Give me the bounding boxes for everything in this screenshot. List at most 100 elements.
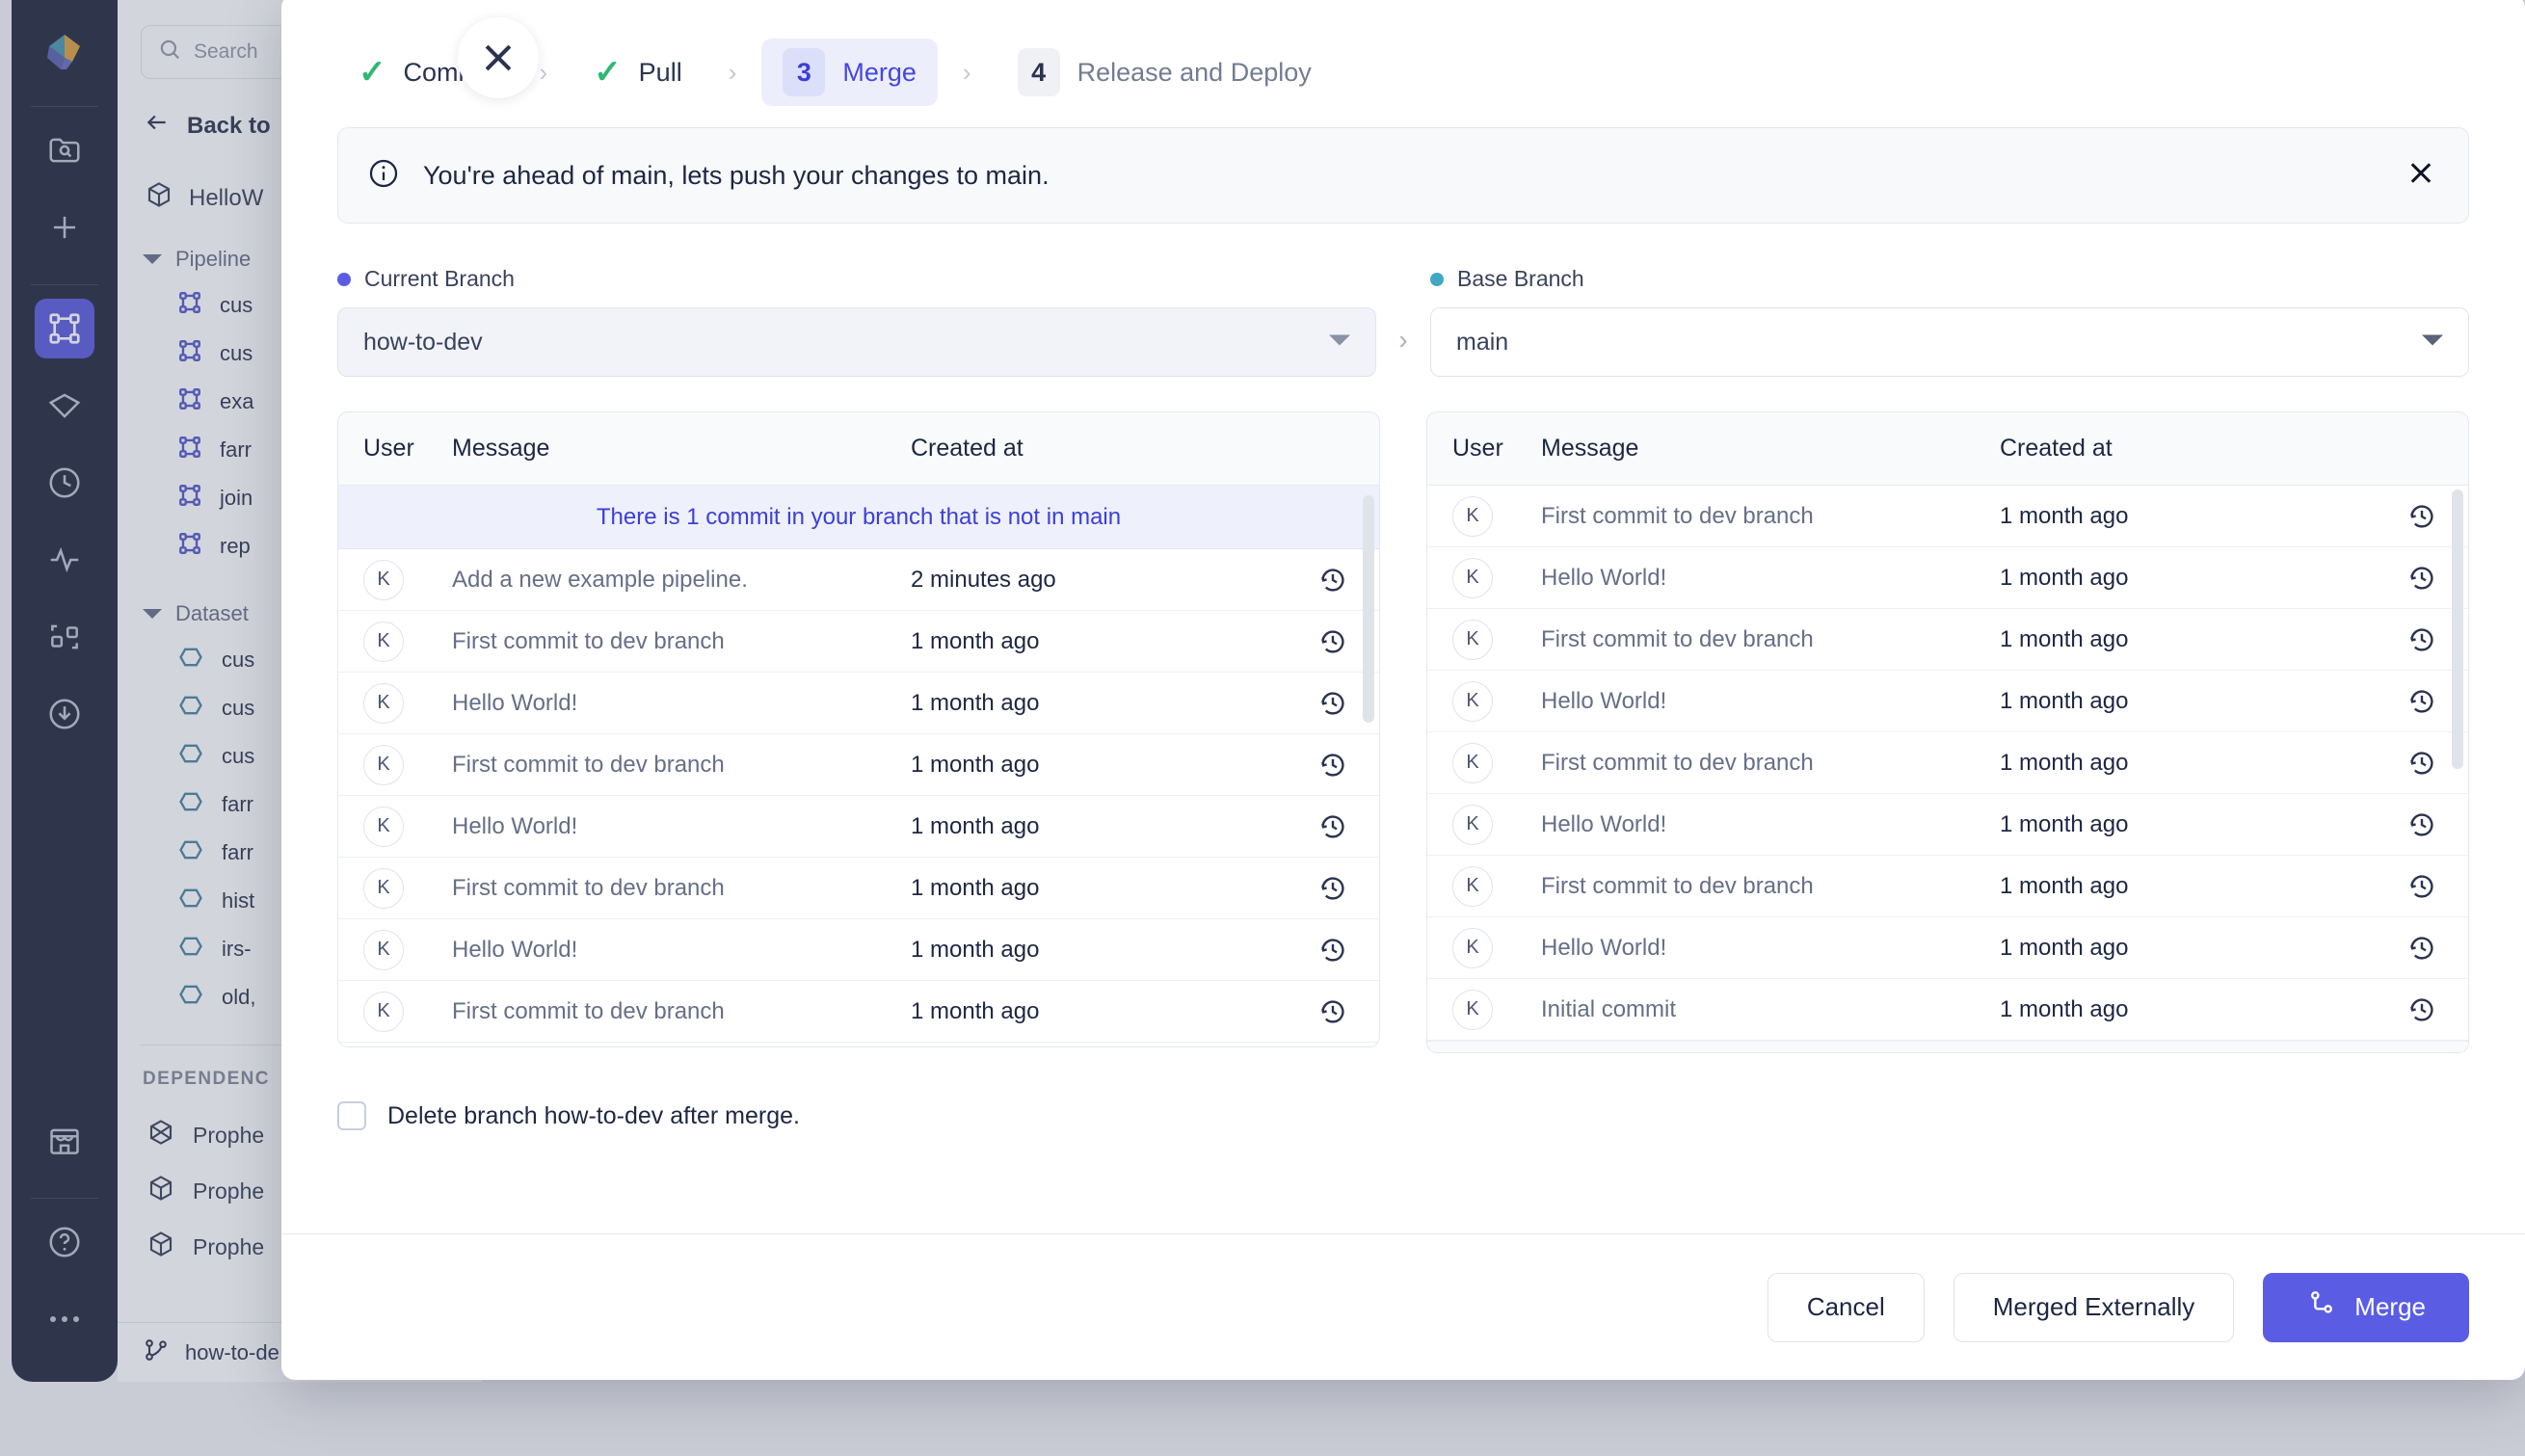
- stepper-arrow: ›: [728, 57, 737, 87]
- current-branch-commits-table: User Message Created at There is 1 commi…: [337, 411, 1380, 1047]
- history-icon[interactable]: [2376, 994, 2468, 1025]
- avatar: K: [1452, 742, 1493, 783]
- commit-message: First commit to dev branch: [452, 751, 725, 778]
- banner-close-icon[interactable]: [2405, 157, 2437, 195]
- column-header-user: User: [1452, 435, 1503, 462]
- step-number: 4: [1017, 48, 1060, 96]
- table-header: User Message Created at: [338, 412, 1379, 486]
- table-row[interactable]: K Add a new example pipeline. 2 minutes ag…: [338, 549, 1379, 611]
- close-dialog-button[interactable]: [458, 17, 539, 98]
- history-icon[interactable]: [1287, 873, 1379, 904]
- merge-button-label: Merge: [2354, 1292, 2426, 1321]
- user-cell: K: [1427, 989, 1541, 1030]
- step-number: 3: [783, 48, 826, 96]
- table-row[interactable]: K First commit to dev branch 1 month ago: [1427, 856, 2468, 917]
- current-branch-value: how-to-dev: [363, 328, 483, 356]
- commit-message: Add a new example pipeline.: [452, 566, 748, 593]
- history-icon[interactable]: [1287, 811, 1379, 842]
- table-row[interactable]: K First commit to dev branch 1 month ago: [1427, 732, 2468, 794]
- merge-button[interactable]: Merge: [2263, 1272, 2469, 1342]
- current-branch-column: Current Branch how-to-dev: [337, 266, 1376, 377]
- user-cell: K: [338, 559, 452, 600]
- user-cell: K: [1427, 495, 1541, 537]
- table-row[interactable]: K First commit to dev branch 1 month ago: [338, 611, 1379, 673]
- stepper-step-pull[interactable]: ✓ Pull: [572, 46, 704, 98]
- stepper-arrow: ›: [962, 57, 971, 87]
- merged-externally-button[interactable]: Merged Externally: [1953, 1272, 2235, 1342]
- avatar: K: [1452, 989, 1493, 1030]
- table-row[interactable]: K Hello World! 1 month ago: [338, 673, 1379, 734]
- chevron-down-icon: [2422, 331, 2443, 354]
- commit-created-at: 1 month ago: [2000, 810, 2129, 837]
- avatar: K: [363, 929, 404, 970]
- column-header-user: User: [363, 435, 414, 462]
- history-icon[interactable]: [2376, 871, 2468, 902]
- table-row[interactable]: K Hello World! 1 month ago: [1427, 671, 2468, 732]
- delete-branch-label: Delete branch how-to-dev after merge.: [387, 1101, 800, 1129]
- table-row[interactable]: K Initial commit 1 month ago: [1427, 979, 2468, 1041]
- commit-created-at: 1 month ago: [2000, 995, 2129, 1022]
- commit-created-at: 1 month ago: [2000, 625, 2129, 652]
- commit-tables: User Message Created at There is 1 commi…: [281, 377, 2525, 1053]
- vertical-scrollbar[interactable]: [2452, 490, 2463, 769]
- commit-created-at: 1 month ago: [911, 751, 1040, 778]
- table-row[interactable]: K First commit to dev branch 1 month ago: [338, 734, 1379, 796]
- avatar: K: [363, 682, 404, 724]
- table-row[interactable]: K First commit to dev branch 1 month ago: [1427, 486, 2468, 547]
- step-label: Release and Deploy: [1076, 57, 1312, 87]
- table-body[interactable]: K First commit to dev branch 1 month ago K…: [1427, 486, 2468, 1052]
- table-row[interactable]: K First commit to dev branch 1 month ago: [338, 981, 1379, 1043]
- commit-created-at: 1 month ago: [2000, 749, 2129, 776]
- delete-branch-row[interactable]: Delete branch how-to-dev after merge.: [281, 1053, 2525, 1130]
- commit-created-at: 1 month ago: [911, 812, 1040, 839]
- history-icon[interactable]: [2376, 933, 2468, 964]
- commit-created-at: 1 month ago: [911, 689, 1040, 716]
- user-cell: K: [1427, 680, 1541, 722]
- user-cell: K: [1427, 927, 1541, 968]
- commit-created-at: 2 minutes ago: [911, 566, 1056, 593]
- history-icon[interactable]: [2376, 809, 2468, 840]
- column-header-created-at: Created at: [911, 435, 1023, 462]
- current-branch-select[interactable]: how-to-dev: [337, 307, 1376, 377]
- vertical-scrollbar[interactable]: [1363, 495, 1374, 723]
- base-branch-value: main: [1456, 328, 1509, 356]
- user-cell: K: [1427, 804, 1541, 845]
- base-branch-label: Base Branch: [1457, 266, 1584, 291]
- commit-message: Hello World!: [1541, 810, 1667, 837]
- table-row[interactable]: K Hello World! 1 month ago: [338, 796, 1379, 858]
- info-icon: [367, 157, 400, 195]
- stepper-step-merge[interactable]: 3 Merge: [761, 39, 938, 106]
- table-body[interactable]: There is 1 commit in your branch that is…: [338, 486, 1379, 1046]
- info-banner: You're ahead of main, lets push your cha…: [337, 127, 2469, 224]
- table-row[interactable]: K Hello World! 1 month ago: [1427, 917, 2468, 979]
- table-row[interactable]: K Hello World! 1 month ago: [1427, 794, 2468, 856]
- delete-branch-checkbox[interactable]: [337, 1101, 366, 1130]
- commit-created-at: 1 month ago: [911, 936, 1040, 963]
- history-icon[interactable]: [1287, 996, 1379, 1027]
- user-cell: K: [338, 744, 452, 785]
- table-row[interactable]: K Hello World! 1 month ago: [338, 919, 1379, 981]
- user-cell: K: [338, 991, 452, 1032]
- base-branch-select[interactable]: main: [1430, 307, 2469, 377]
- git-merge-icon: [2306, 1288, 2337, 1326]
- table-footer-strip: [1427, 1041, 2468, 1052]
- table-row[interactable]: K First commit to dev branch 1 month ago: [1427, 609, 2468, 671]
- column-header-message: Message: [452, 435, 550, 462]
- user-cell: K: [338, 682, 452, 724]
- history-icon[interactable]: [1287, 935, 1379, 966]
- table-row[interactable]: K First commit to dev branch 1 month ago: [338, 858, 1379, 919]
- table-rows: K Add a new example pipeline. 2 minutes ag…: [338, 549, 1379, 1043]
- table-row[interactable]: K Hello World! 1 month ago: [1427, 547, 2468, 609]
- merge-dialog: ✓ Commit › ✓ Pull › 3 Merge › 4 Release and Deploy…: [281, 0, 2525, 1380]
- commit-message: First commit to dev branch: [1541, 749, 1814, 776]
- stepper-step-release-and-deploy[interactable]: 4 Release and Deploy: [997, 39, 1333, 106]
- dialog-footer: Cancel Merged Externally Merge: [281, 1233, 2525, 1380]
- cancel-button[interactable]: Cancel: [1767, 1272, 1925, 1342]
- check-icon: ✓: [594, 54, 622, 91]
- step-label: Pull: [638, 57, 682, 87]
- chevron-down-icon: [1329, 331, 1350, 354]
- commit-message: First commit to dev branch: [452, 627, 725, 654]
- avatar: K: [363, 559, 404, 600]
- commit-message: Hello World!: [1541, 934, 1667, 961]
- history-icon[interactable]: [1287, 750, 1379, 781]
